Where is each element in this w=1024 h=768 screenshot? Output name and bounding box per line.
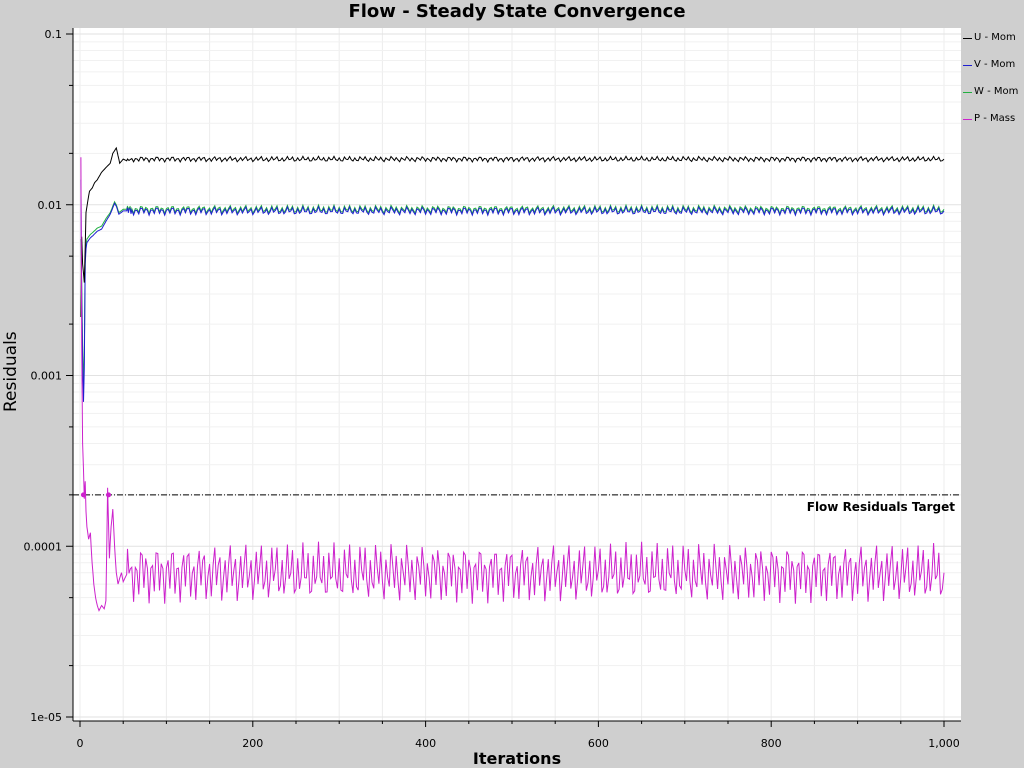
x-tick-label: 800: [761, 737, 782, 750]
x-tick-label: 200: [242, 737, 263, 750]
p-mass-target-marker: [80, 492, 86, 498]
x-tick-label: 600: [588, 737, 609, 750]
legend-item: W - Mom: [962, 84, 1024, 111]
legend-swatch: [963, 119, 972, 120]
y-tick-label: 0.01: [38, 199, 63, 212]
legend-item: U - Mom: [962, 30, 1024, 57]
legend-label: P - Mass: [974, 113, 1016, 124]
legend-item: P - Mass: [962, 111, 1024, 138]
p-mass-target-marker: [106, 492, 112, 498]
x-tick-label: 0: [77, 737, 84, 750]
y-tick-label: 0.1: [45, 28, 63, 41]
legend-label: W - Mom: [974, 86, 1019, 97]
legend-swatch: [963, 92, 972, 93]
plot-background: [73, 28, 961, 721]
plot-area[interactable]: 0.1 0.01 0.001 0.0001 1e-05 0 200 400 600 800 1,00…: [0, 0, 1024, 768]
target-line-label: Flow Residuals Target: [807, 500, 956, 514]
legend: U - Mom V - Mom W - Mom P - Mass: [962, 30, 1024, 138]
x-tick-label: 1,000: [928, 737, 960, 750]
x-tick-label: 400: [415, 737, 436, 750]
legend-swatch: [963, 65, 972, 66]
legend-item: V - Mom: [962, 57, 1024, 84]
legend-label: U - Mom: [974, 32, 1016, 43]
y-tick-label: 0.0001: [24, 540, 63, 553]
legend-label: V - Mom: [974, 59, 1016, 70]
y-tick-label: 0.001: [31, 370, 63, 383]
y-tick-label: 1e-05: [30, 711, 62, 724]
legend-swatch: [963, 38, 972, 39]
